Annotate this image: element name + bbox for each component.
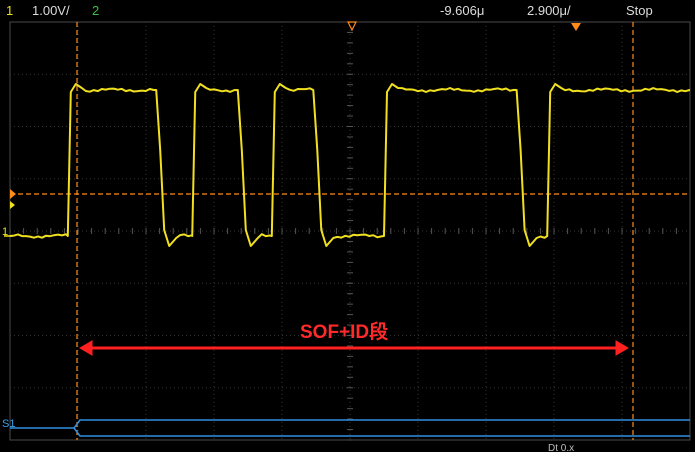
footer-partial-text: Dt 0.x [548,443,575,452]
trigger-position-marker [347,21,357,32]
waveform-plot [4,21,691,441]
trigger-indicator [10,201,15,209]
channel-1-waveform [9,83,691,247]
cursor-top-marker [571,23,581,31]
grid-center-ticks [9,21,677,441]
oscilloscope-screen: 1 1.00V/ 2 -9.606μ 2.900μ/ Stop SOF+ID段 … [0,0,695,452]
serial-bus-label: S1 [2,418,16,430]
channel-1-ground-label: 1 [2,226,9,238]
trigger-level-marker [10,189,16,199]
segment-label: SOF+ID段 [300,322,389,343]
